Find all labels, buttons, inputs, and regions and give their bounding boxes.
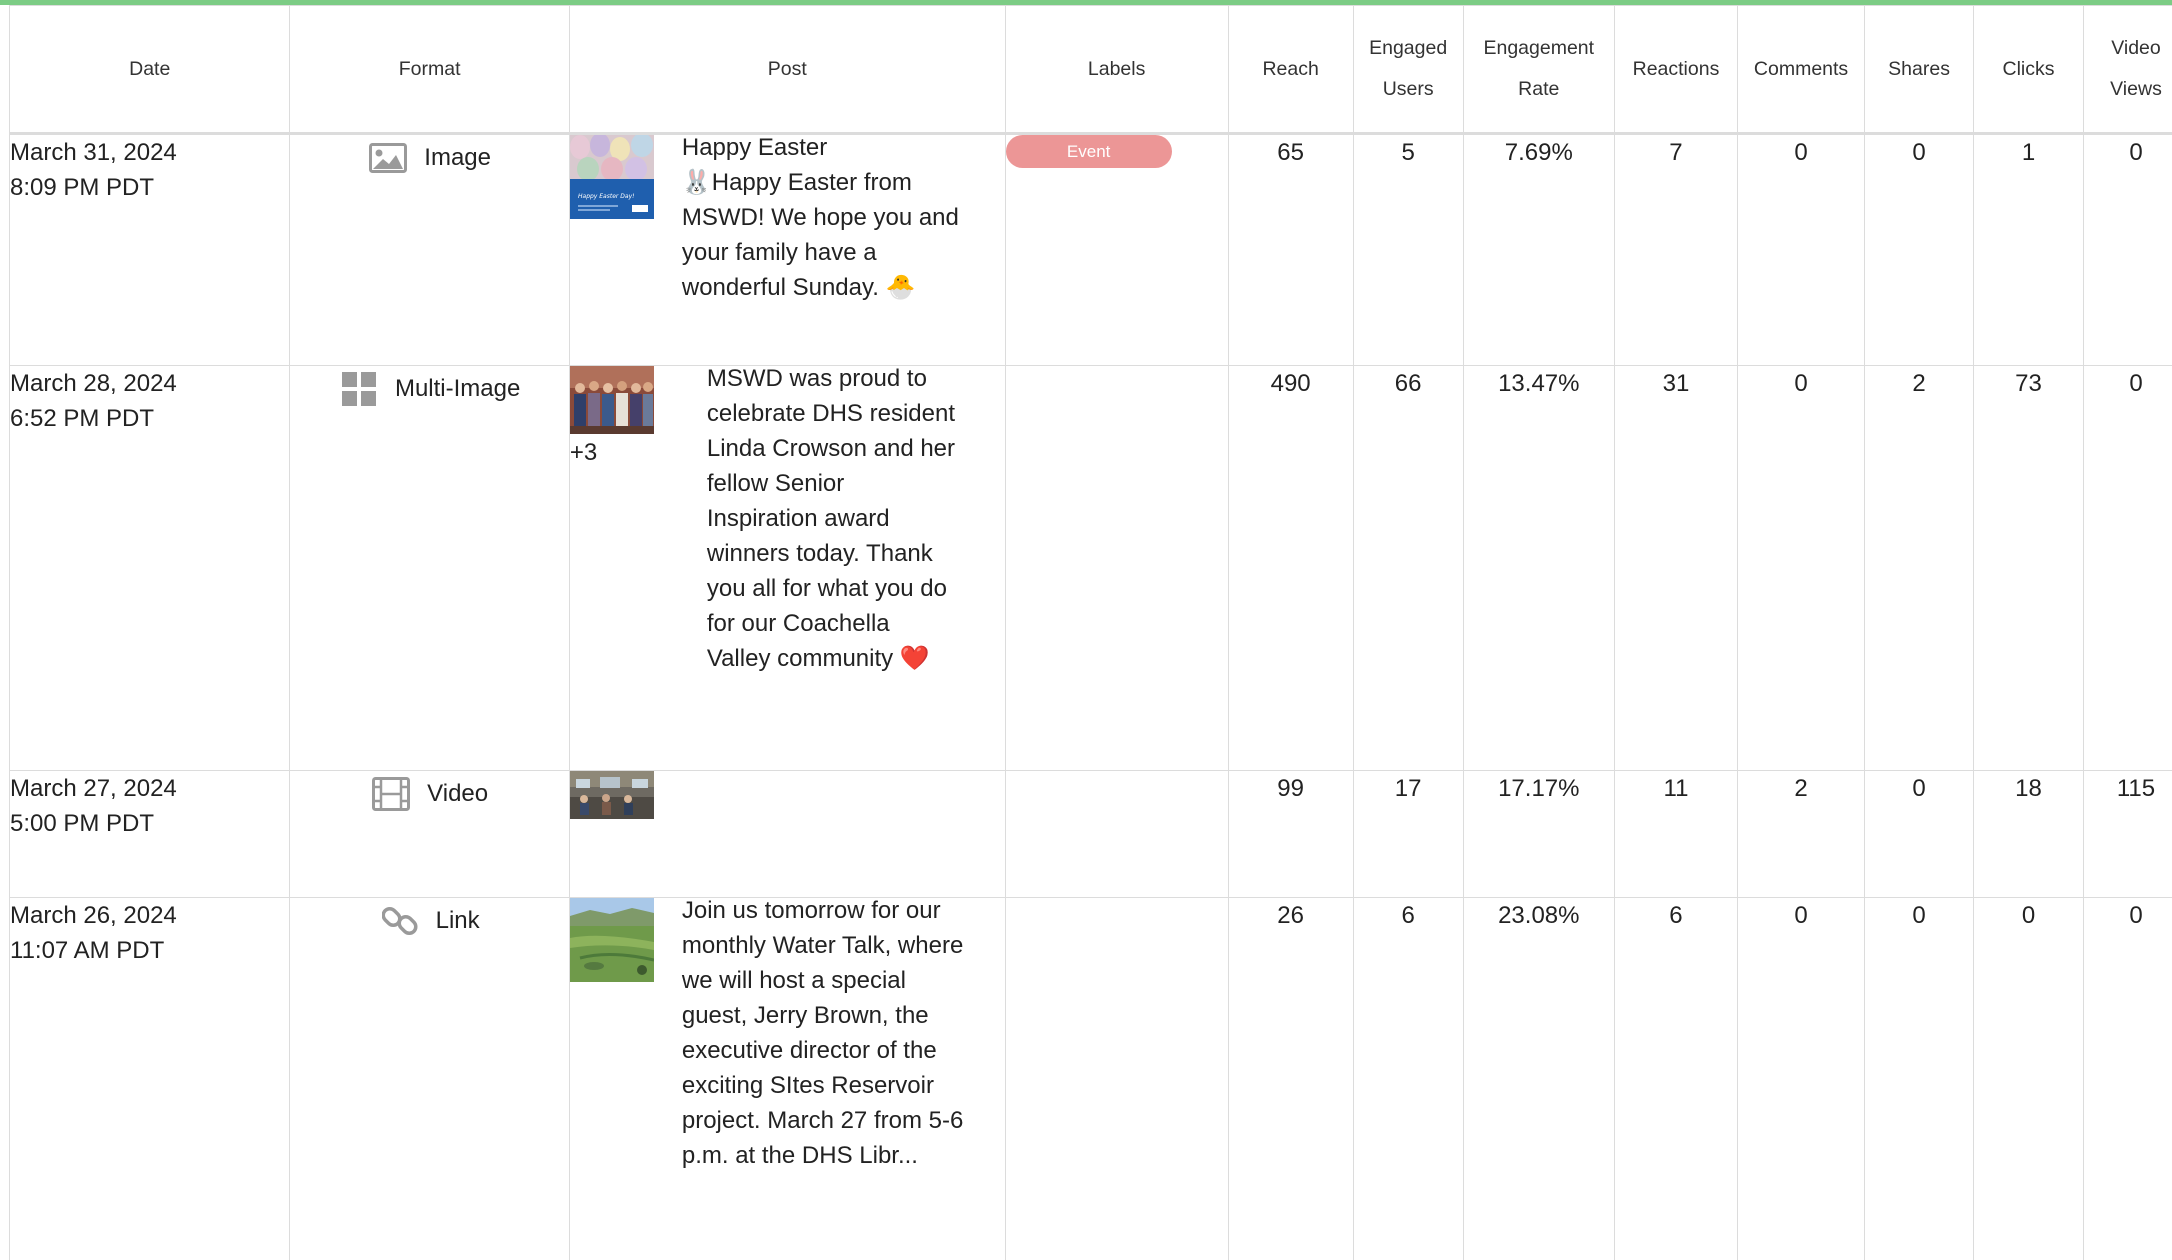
labels-cell: Event <box>1004 133 1229 366</box>
format-cell: Link <box>289 897 570 1260</box>
post-thumbnail[interactable] <box>569 366 654 434</box>
clicks-value: 0 <box>1973 897 2084 1260</box>
engagement-rate-value: 13.47% <box>1462 365 1615 771</box>
engagement-rate-value: 17.17% <box>1462 770 1615 898</box>
col-header-reach[interactable]: Reach <box>1227 5 1354 135</box>
grid-icon <box>339 369 379 409</box>
video-views-value: 0 <box>2082 897 2172 1260</box>
col-header-comments[interactable]: Comments <box>1736 5 1866 135</box>
post-report: Date Format Post Labels Reach Engaged Use… <box>0 0 2172 1260</box>
engaged-users-value: 66 <box>1352 365 1464 771</box>
col-header-reactions[interactable]: Reactions <box>1613 5 1739 135</box>
format-cell: Video <box>289 770 570 898</box>
video-views-value: 115 <box>2082 770 2172 898</box>
table-row[interactable]: March 28, 2024 6:52 PM PDT Multi-Image +… <box>8 365 2172 771</box>
col-header-date[interactable]: Date <box>8 5 291 135</box>
post-text: Join us tomorrow for our monthly Water T… <box>681 897 964 1169</box>
post-thumbnail[interactable] <box>569 771 654 819</box>
format-label: Image <box>424 144 491 171</box>
format-cell: Image <box>289 133 570 366</box>
col-header-clicks[interactable]: Clicks <box>1973 5 2084 135</box>
engaged-users-value: 5 <box>1352 133 1464 366</box>
shares-value: 0 <box>1864 133 1975 366</box>
post-text: MSWD was proud to celebrate DHS resident… <box>706 365 956 672</box>
header-row: Date Format Post Labels Reach Engaged Use… <box>8 5 2172 135</box>
reactions-value: 31 <box>1613 365 1739 771</box>
format-label: Multi-Image <box>394 375 521 402</box>
col-header-labels[interactable]: Labels <box>1004 5 1229 135</box>
clicks-value: 18 <box>1973 770 2084 898</box>
col-header-shares[interactable]: Shares <box>1864 5 1975 135</box>
reach-value: 99 <box>1227 770 1354 898</box>
date-cell: March 28, 2024 6:52 PM PDT <box>8 365 291 771</box>
reactions-value: 7 <box>1613 133 1739 366</box>
thumbnail-caption: Happy Easter Day! <box>578 193 635 200</box>
link-icon <box>380 901 420 941</box>
date-cell: March 27, 2024 5:00 PM PDT <box>8 770 291 898</box>
post-cell[interactable]: Happy Easter Day! Happy Easter 🐰Happy Ea… <box>568 133 1006 366</box>
post-date: March 31, 2024 <box>10 139 177 166</box>
shares-value: 0 <box>1864 897 1975 1260</box>
col-header-format[interactable]: Format <box>289 5 570 135</box>
post-time: 8:09 PM PDT <box>10 174 155 201</box>
engagement-rate-value: 23.08% <box>1462 897 1615 1260</box>
video-views-value: 0 <box>2082 133 2172 366</box>
video-views-value: 0 <box>2082 365 2172 771</box>
post-thumbnail[interactable] <box>569 898 654 982</box>
col-header-engaged-users[interactable]: Engaged Users <box>1352 5 1464 135</box>
post-cell[interactable]: Join us tomorrow for our monthly Water T… <box>568 897 1006 1260</box>
format-cell: Multi-Image <box>289 365 570 771</box>
event-badge[interactable]: Event <box>1005 135 1172 168</box>
reactions-value: 6 <box>1613 897 1739 1260</box>
table-row[interactable]: March 31, 2024 8:09 PM PDT Image Happy E… <box>8 133 2172 366</box>
post-date: March 27, 2024 <box>10 775 177 802</box>
table-row[interactable]: March 26, 2024 11:07 AM PDT Link Join us… <box>8 897 2172 1260</box>
reach-value: 26 <box>1227 897 1354 1260</box>
post-text: Happy Easter 🐰Happy Easter from MSWD! We… <box>681 134 959 301</box>
labels-cell <box>1004 365 1229 771</box>
table-row[interactable]: March 27, 2024 5:00 PM PDT Video 99 17 1… <box>8 770 2172 898</box>
post-time: 6:52 PM PDT <box>10 405 155 432</box>
col-header-video-views[interactable]: Video Views <box>2082 5 2172 135</box>
comments-value: 0 <box>1736 133 1866 366</box>
reach-value: 65 <box>1227 133 1354 366</box>
col-header-engagement-rate[interactable]: Engagement Rate <box>1462 5 1615 135</box>
engagement-rate-value: 7.69% <box>1462 133 1615 366</box>
post-date: March 28, 2024 <box>10 370 177 397</box>
posts-table: Date Format Post Labels Reach Engaged Use… <box>8 5 2172 1260</box>
col-header-post[interactable]: Post <box>568 5 1006 135</box>
format-label: Link <box>435 907 480 934</box>
post-thumbnail[interactable]: Happy Easter Day! <box>569 135 654 219</box>
clicks-value: 1 <box>1973 133 2084 366</box>
reach-value: 490 <box>1227 365 1354 771</box>
date-cell: March 26, 2024 11:07 AM PDT <box>8 897 291 1260</box>
labels-cell <box>1004 897 1229 1260</box>
labels-cell <box>1004 770 1229 898</box>
shares-value: 2 <box>1864 365 1975 771</box>
comments-value: 2 <box>1736 770 1866 898</box>
post-time: 5:00 PM PDT <box>10 810 155 837</box>
post-cell[interactable]: +3 MSWD was proud to celebrate DHS resid… <box>568 365 1006 771</box>
comments-value: 0 <box>1736 365 1866 771</box>
post-time: 11:07 AM PDT <box>10 937 165 964</box>
date-cell: March 31, 2024 8:09 PM PDT <box>8 133 291 366</box>
shares-value: 0 <box>1864 770 1975 898</box>
comments-value: 0 <box>1736 897 1866 1260</box>
post-cell[interactable] <box>568 770 1006 898</box>
image-icon <box>368 138 408 178</box>
reactions-value: 11 <box>1613 770 1739 898</box>
film-icon <box>371 774 411 814</box>
more-images-count[interactable]: +3 <box>570 438 654 468</box>
clicks-value: 73 <box>1973 365 2084 771</box>
engaged-users-value: 6 <box>1352 897 1464 1260</box>
engaged-users-value: 17 <box>1352 770 1464 898</box>
post-date: March 26, 2024 <box>10 902 177 929</box>
format-label: Video <box>427 780 489 807</box>
